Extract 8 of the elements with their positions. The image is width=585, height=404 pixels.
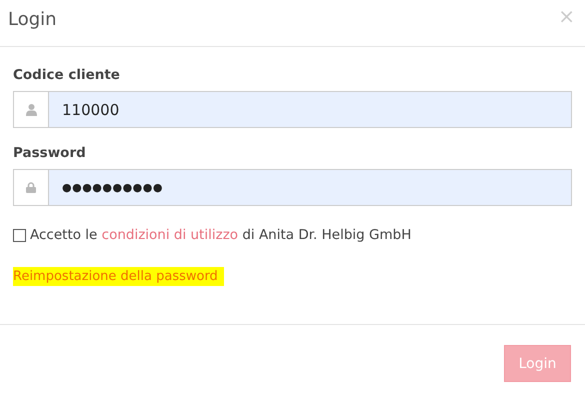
field-label: Codice cliente	[13, 67, 121, 83]
field-label: Password	[13, 145, 87, 161]
reset-password-link[interactable]: Reimpostazione della password	[13, 267, 224, 286]
close-button[interactable]: ×	[558, 4, 575, 28]
checkbox[interactable]	[13, 228, 26, 242]
dialog-title: Login	[8, 8, 57, 30]
terms-text: Accetto le condizioni di utilizzo di Anita Dr. Helbig GmbH	[30, 227, 412, 243]
terms-link[interactable]: condizioni di utilizzo	[102, 227, 238, 243]
